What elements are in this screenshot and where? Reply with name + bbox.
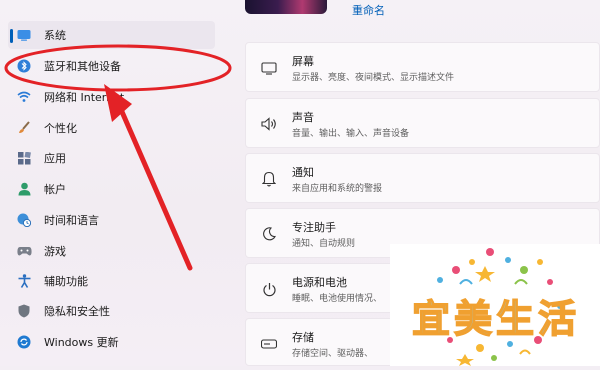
card-title: 电源和电池 <box>292 276 347 289</box>
accessibility-icon <box>16 273 32 289</box>
sidebar-item-label: 游戏 <box>44 245 66 258</box>
settings-card-sound[interactable]: 声音 音量、输出、输入、声音设备 <box>245 98 600 148</box>
card-subtitle: 存储空间、驱动器、 <box>292 349 374 359</box>
settings-window: 系统 蓝牙和其他设备 网络和 Internet 个性化 应用 帐户 时间和语言 … <box>0 0 600 366</box>
watermark-text: 宜美生活 <box>411 296 581 342</box>
sidebar-item-label: 辅助功能 <box>44 275 88 288</box>
card-title: 通知 <box>292 166 314 179</box>
globe-clock-icon <box>16 212 32 228</box>
card-subtitle: 睡眠、电池使用情况、 <box>292 294 383 304</box>
card-title: 存储 <box>292 331 314 344</box>
monitor-icon <box>16 27 32 43</box>
sidebar-item-accessibility[interactable]: 辅助功能 <box>8 267 215 295</box>
display-icon <box>260 59 278 77</box>
sidebar-item-gaming[interactable]: 游戏 <box>8 237 215 265</box>
card-subtitle: 显示器、亮度、夜间模式、显示描述文件 <box>292 73 455 83</box>
speaker-icon <box>260 115 278 133</box>
sidebar-item-label: 帐户 <box>44 183 66 196</box>
sidebar-item-label: Windows 更新 <box>44 336 119 349</box>
sidebar-item-label: 蓝牙和其他设备 <box>44 60 121 73</box>
power-icon <box>260 280 278 298</box>
sidebar-item-label: 隐私和安全性 <box>44 305 110 318</box>
apps-icon <box>16 150 32 166</box>
gamepad-icon <box>16 243 32 259</box>
sidebar-item-system[interactable]: 系统 <box>8 21 215 49</box>
sidebar-item-bluetooth[interactable]: 蓝牙和其他设备 <box>8 52 215 80</box>
sidebar-item-privacy[interactable]: 隐私和安全性 <box>8 297 215 325</box>
sidebar-item-label: 时间和语言 <box>44 214 99 227</box>
storage-icon <box>260 335 278 353</box>
card-subtitle: 通知、自动规则 <box>292 239 356 249</box>
update-icon <box>16 334 32 350</box>
card-title: 专注助手 <box>292 221 336 234</box>
person-icon <box>16 181 32 197</box>
card-subtitle: 音量、输出、输入、声音设备 <box>292 129 410 139</box>
sidebar-item-time-language[interactable]: 时间和语言 <box>8 206 215 234</box>
sidebar-item-personalization[interactable]: 个性化 <box>8 114 215 142</box>
sidebar-item-label: 系统 <box>44 29 66 42</box>
card-title: 屏幕 <box>292 55 314 68</box>
bell-icon <box>260 170 278 188</box>
sidebar-item-apps[interactable]: 应用 <box>8 144 215 172</box>
sidebar-item-label: 个性化 <box>44 122 77 135</box>
moon-icon <box>260 225 278 243</box>
sidebar-item-windows-update[interactable]: Windows 更新 <box>8 328 215 356</box>
sidebar-item-label: 网络和 Internet <box>44 91 125 104</box>
watermark-logo: 宜美生活 <box>390 244 600 366</box>
settings-card-display[interactable]: 屏幕 显示器、亮度、夜间模式、显示描述文件 <box>245 42 600 92</box>
sidebar: 系统 蓝牙和其他设备 网络和 Internet 个性化 应用 帐户 时间和语言 … <box>0 0 230 366</box>
card-title: 声音 <box>292 111 314 124</box>
sidebar-item-accounts[interactable]: 帐户 <box>8 175 215 203</box>
card-subtitle: 来自应用和系统的警报 <box>292 184 383 194</box>
bluetooth-icon <box>16 58 32 74</box>
settings-card-notifications[interactable]: 通知 来自应用和系统的警报 <box>245 153 600 203</box>
brush-icon <box>16 120 32 136</box>
wifi-icon <box>16 89 32 105</box>
selection-indicator <box>10 29 13 43</box>
sidebar-item-label: 应用 <box>44 152 66 165</box>
desktop-preview-image <box>245 0 327 14</box>
rename-link[interactable]: 重命名 <box>352 2 385 18</box>
sidebar-item-network[interactable]: 网络和 Internet <box>8 83 215 111</box>
shield-icon <box>16 303 32 319</box>
